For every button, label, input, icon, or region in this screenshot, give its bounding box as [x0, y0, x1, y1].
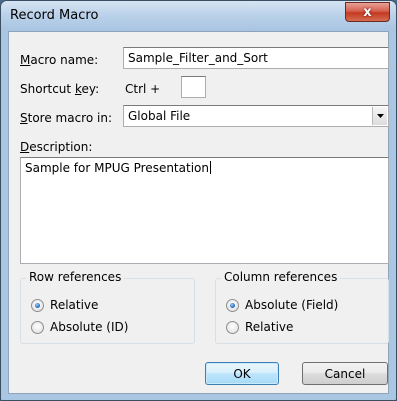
row-absolute-label: Absolute (ID): [50, 320, 129, 334]
macro-name-label: Macro name:: [20, 53, 99, 67]
row-relative-label: Relative: [50, 298, 99, 312]
dialog-body: Macro name: Sample_Filter_and_Sort Short…: [8, 31, 389, 394]
store-macro-label: Store macro in:: [20, 111, 112, 125]
description-label: Description:: [20, 140, 93, 154]
text-caret: [209, 161, 211, 174]
row-relative-radio[interactable]: Relative: [31, 298, 98, 312]
ctrl-prefix-label: Ctrl +: [125, 82, 161, 96]
column-absolute-label: Absolute (Field): [245, 298, 339, 312]
store-macro-select[interactable]: Global File: [123, 105, 389, 127]
radio-checked-icon[interactable]: [226, 298, 239, 312]
radio-unchecked-icon[interactable]: [31, 320, 44, 334]
row-references-group: Row references Relative Absolute (ID): [20, 270, 195, 344]
cancel-button[interactable]: Cancel: [302, 362, 388, 385]
radio-checked-icon[interactable]: [31, 298, 44, 312]
close-icon: x: [363, 4, 372, 20]
title-bar[interactable]: Record Macro x: [1, 1, 396, 31]
radio-unchecked-icon[interactable]: [226, 320, 239, 334]
macro-name-input[interactable]: Sample_Filter_and_Sort: [123, 47, 389, 69]
close-button[interactable]: x: [345, 2, 390, 22]
row-absolute-radio[interactable]: Absolute (ID): [31, 320, 128, 334]
description-input[interactable]: Sample for MPUG Presentation: [20, 157, 389, 264]
record-macro-dialog: Record Macro x Macro name: Sample_Filter…: [0, 0, 397, 401]
column-references-group: Column references Absolute (Field) Relat…: [215, 270, 389, 344]
chevron-down-icon[interactable]: [372, 107, 387, 125]
column-absolute-radio[interactable]: Absolute (Field): [226, 298, 338, 312]
column-relative-label: Relative: [245, 320, 294, 334]
row-references-title: Row references: [26, 270, 125, 284]
window-title: Record Macro: [10, 8, 99, 23]
column-relative-radio[interactable]: Relative: [226, 320, 293, 334]
column-references-title: Column references: [221, 270, 341, 284]
shortcut-key-label: Shortcut key:: [20, 82, 100, 96]
ok-button[interactable]: OK: [205, 362, 279, 385]
shortcut-key-input[interactable]: [181, 76, 206, 98]
